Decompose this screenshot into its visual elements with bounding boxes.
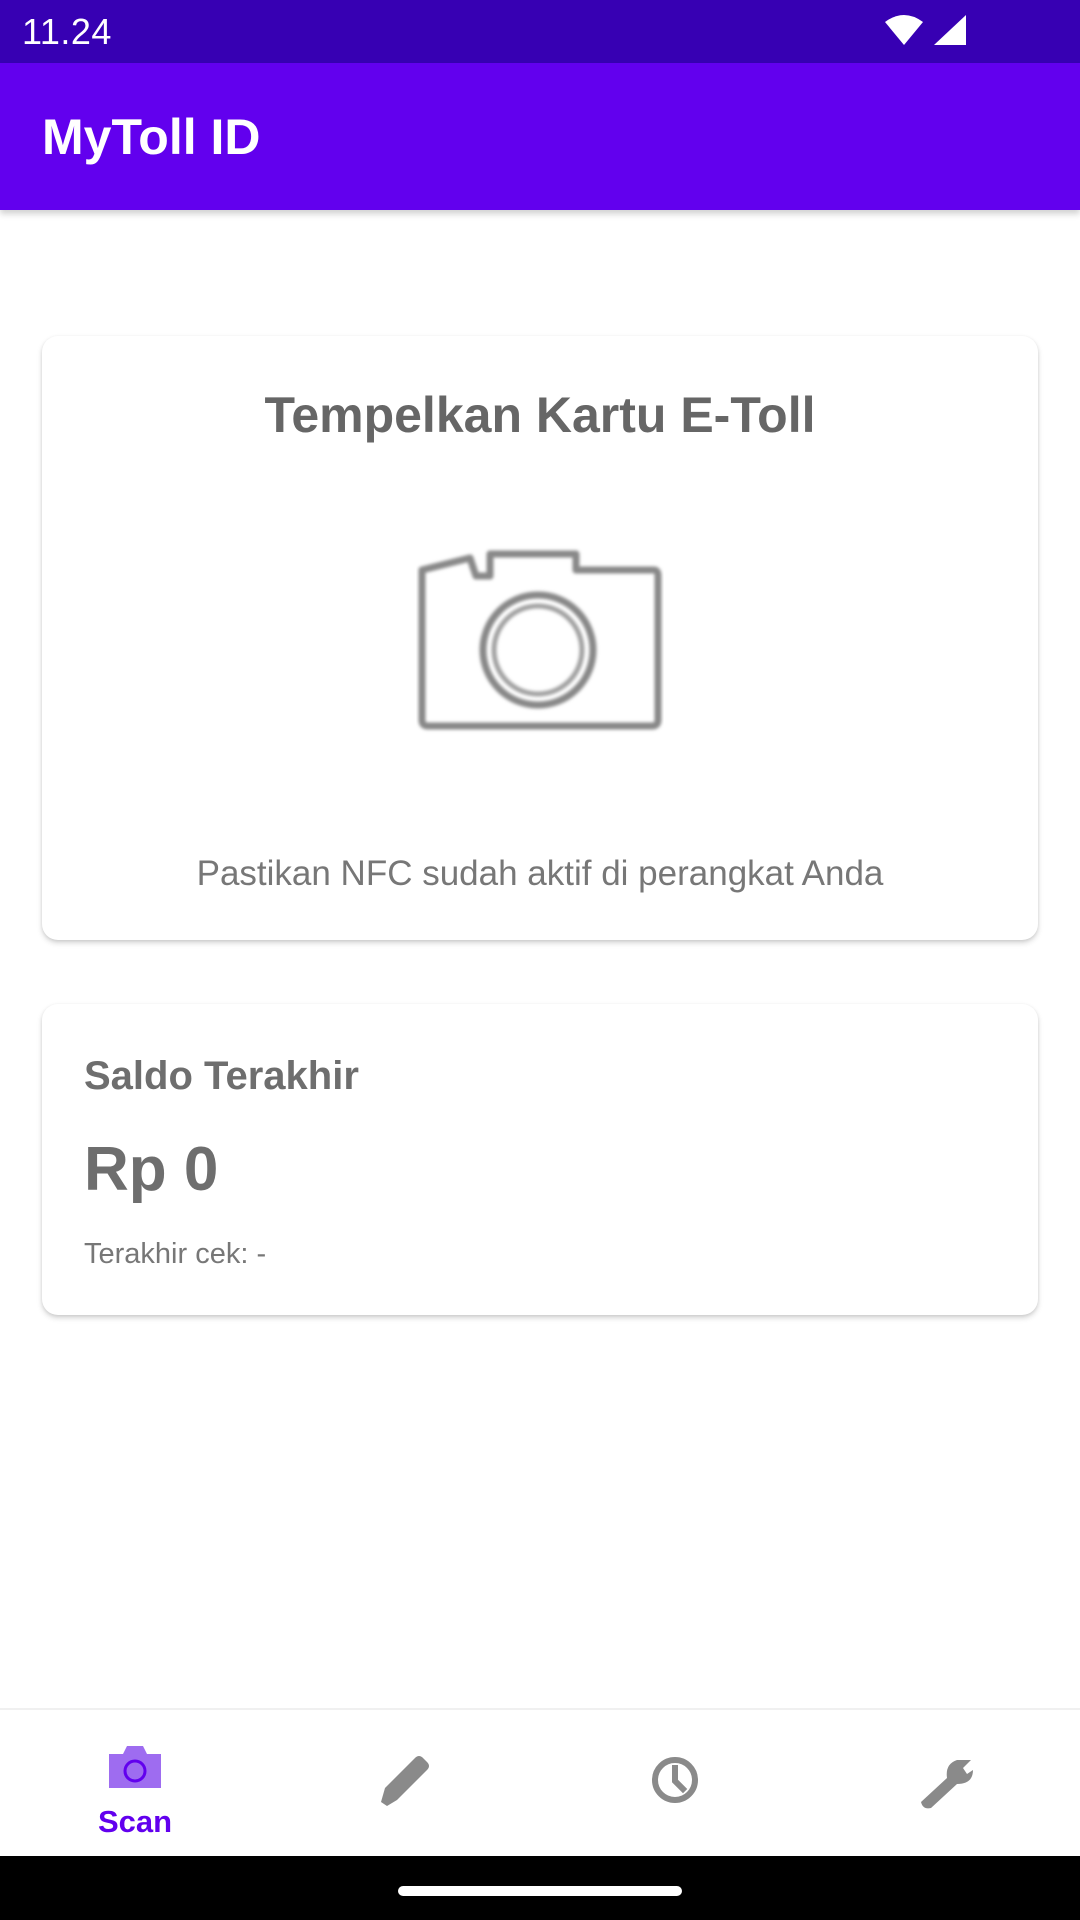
system-gesture-bar: [0, 1856, 1080, 1920]
scan-card[interactable]: Tempelkan Kartu E-Toll Pastikan NFC suda…: [42, 336, 1038, 940]
wifi-icon: [884, 15, 923, 45]
nav-label-scan: Scan: [97, 1804, 173, 1839]
app-title: MyToll ID: [42, 109, 261, 165]
app-bar: MyToll ID: [0, 63, 1080, 210]
status-bar: 11.24: [0, 0, 1080, 63]
nav-item-history[interactable]: [540, 1710, 810, 1858]
nav-item-settings[interactable]: [810, 1710, 1080, 1858]
balance-value: Rp 0: [84, 1135, 219, 1204]
balance-card: Saldo Terakhir Rp 0 Terakhir cek: -: [42, 1004, 1038, 1315]
camera-icon: [109, 1746, 161, 1788]
last-checked-text: Terakhir cek: -: [84, 1238, 267, 1270]
scan-card-title: Tempelkan Kartu E-Toll: [264, 387, 816, 443]
bottom-navigation: Scan: [0, 1708, 1080, 1856]
cellular-signal-icon: [934, 15, 966, 45]
home-gesture-handle[interactable]: [398, 1886, 682, 1896]
status-time: 11.24: [22, 11, 112, 52]
nav-item-write[interactable]: [270, 1710, 540, 1858]
wrench-icon: [921, 1760, 973, 1809]
status-icons: [884, 14, 968, 48]
balance-label: Saldo Terakhir: [84, 1054, 359, 1098]
nfc-hint-text: Pastikan NFC sudah aktif di perangkat An…: [196, 854, 884, 893]
nav-item-scan[interactable]: Scan: [0, 1710, 270, 1858]
clock-icon: [652, 1757, 698, 1803]
camera-icon: [418, 550, 662, 730]
pencil-icon: [381, 1756, 429, 1806]
